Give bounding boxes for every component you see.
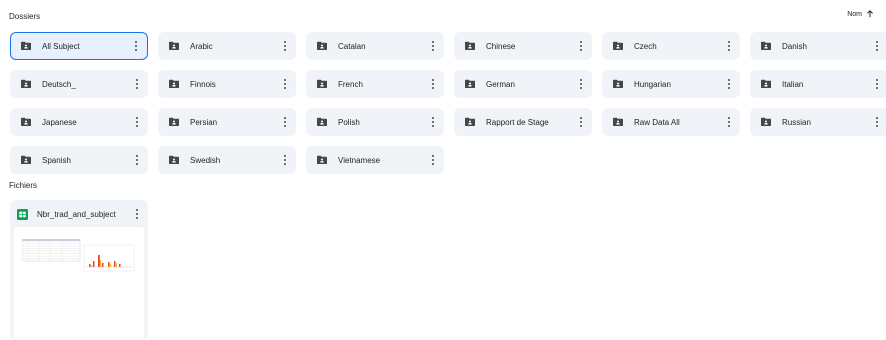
folder-item[interactable]: Finnois: [158, 70, 296, 98]
more-options-icon[interactable]: [280, 39, 290, 53]
folder-name: Raw Data All: [634, 117, 680, 127]
shared-folder-icon: [21, 155, 31, 164]
folder-name: Polish: [338, 117, 360, 127]
shared-folder-icon: [465, 79, 475, 88]
folder-item[interactable]: Rapport de Stage: [454, 108, 592, 136]
more-options-icon[interactable]: [576, 39, 586, 53]
folder-name: Swedish: [190, 155, 221, 165]
file-card[interactable]: Nbr_trad_and_subject: [10, 200, 148, 340]
shared-folder-icon: [761, 79, 771, 88]
shared-folder-icon: [613, 41, 623, 50]
more-options-icon[interactable]: [131, 39, 141, 53]
dossiers-label: Dossiers: [9, 12, 41, 21]
sort-label: Nom: [847, 10, 862, 18]
more-options-icon[interactable]: [132, 77, 142, 91]
folder-name: Hungarian: [634, 79, 671, 89]
folder-item[interactable]: Chinese: [454, 32, 592, 60]
more-options-icon[interactable]: [280, 77, 290, 91]
more-options-icon[interactable]: [724, 77, 734, 91]
folder-item[interactable]: Danish: [750, 32, 886, 60]
more-options-icon[interactable]: [872, 39, 882, 53]
more-options-icon[interactable]: [872, 115, 882, 129]
folder-item[interactable]: Czech: [602, 32, 740, 60]
more-options-icon[interactable]: [280, 115, 290, 129]
folder-name: Rapport de Stage: [486, 117, 549, 127]
folder-name: French: [338, 79, 363, 89]
google-sheets-icon: [17, 208, 28, 220]
folder-name: Spanish: [42, 155, 71, 165]
folder-item[interactable]: Polish: [306, 108, 444, 136]
folder-name: Arabic: [190, 41, 213, 51]
folder-item[interactable]: Deutsch_: [10, 70, 148, 98]
folder-item[interactable]: Japanese: [10, 108, 148, 136]
shared-folder-icon: [21, 117, 31, 126]
folder-name: Deutsch_: [42, 79, 76, 89]
shared-folder-icon: [761, 117, 771, 126]
folder-item[interactable]: Italian: [750, 70, 886, 98]
file-name: Nbr_trad_and_subject: [37, 209, 116, 219]
shared-folder-icon: [169, 155, 179, 164]
folder-name: German: [486, 79, 515, 89]
file-thumbnail: [14, 227, 144, 340]
more-options-icon[interactable]: [428, 153, 438, 167]
shared-folder-icon: [317, 155, 327, 164]
folder-item[interactable]: Swedish: [158, 146, 296, 174]
shared-folder-icon: [317, 41, 327, 50]
folder-name: Finnois: [190, 79, 216, 89]
shared-folder-icon: [761, 41, 771, 50]
folder-name: Vietnamese: [338, 155, 381, 165]
folder-item[interactable]: Persian: [158, 108, 296, 136]
folder-name: Czech: [634, 41, 657, 51]
shared-folder-icon: [21, 79, 31, 88]
more-options-icon[interactable]: [576, 115, 586, 129]
folder-item[interactable]: All Subject: [10, 32, 148, 60]
shared-folder-icon: [317, 117, 327, 126]
folder-item[interactable]: Arabic: [158, 32, 296, 60]
shared-folder-icon: [169, 117, 179, 126]
folder-name: Persian: [190, 117, 218, 127]
folder-item[interactable]: Russian: [750, 108, 886, 136]
shared-folder-icon: [613, 79, 623, 88]
more-options-icon[interactable]: [724, 39, 734, 53]
folder-item[interactable]: Hungarian: [602, 70, 740, 98]
sort-by-name-button[interactable]: Nom: [847, 10, 874, 18]
shared-folder-icon: [613, 117, 623, 126]
more-options-icon[interactable]: [724, 115, 734, 129]
more-options-icon[interactable]: [280, 153, 290, 167]
shared-folder-icon: [465, 41, 475, 50]
folder-name: Japanese: [42, 117, 77, 127]
folder-name: Chinese: [486, 41, 516, 51]
more-options-icon[interactable]: [132, 115, 142, 129]
shared-folder-icon: [317, 79, 327, 88]
more-options-icon[interactable]: [576, 77, 586, 91]
folder-grid: All Subject Arabic Catalan Chinese Czech Dani…: [10, 32, 886, 174]
folder-name: Catalan: [338, 41, 366, 51]
more-options-icon[interactable]: [132, 153, 142, 167]
folder-name: Danish: [782, 41, 807, 51]
shared-folder-icon: [465, 117, 475, 126]
shared-folder-icon: [169, 41, 179, 50]
more-options-icon[interactable]: [428, 77, 438, 91]
arrow-up-icon: [867, 10, 873, 18]
folder-name: Italian: [782, 79, 804, 89]
more-options-icon[interactable]: [132, 207, 142, 221]
folder-item[interactable]: Spanish: [10, 146, 148, 174]
folder-name: Russian: [782, 117, 811, 127]
fichiers-label: Fichiers: [9, 181, 38, 190]
folder-item[interactable]: Raw Data All: [602, 108, 740, 136]
folder-item[interactable]: Catalan: [306, 32, 444, 60]
more-options-icon[interactable]: [872, 77, 882, 91]
folder-item[interactable]: Vietnamese: [306, 146, 444, 174]
folder-name: All Subject: [42, 41, 80, 51]
folder-item[interactable]: French: [306, 70, 444, 98]
shared-folder-icon: [169, 79, 179, 88]
folder-item[interactable]: German: [454, 70, 592, 98]
more-options-icon[interactable]: [428, 39, 438, 53]
more-options-icon[interactable]: [428, 115, 438, 129]
shared-folder-icon: [21, 41, 31, 50]
